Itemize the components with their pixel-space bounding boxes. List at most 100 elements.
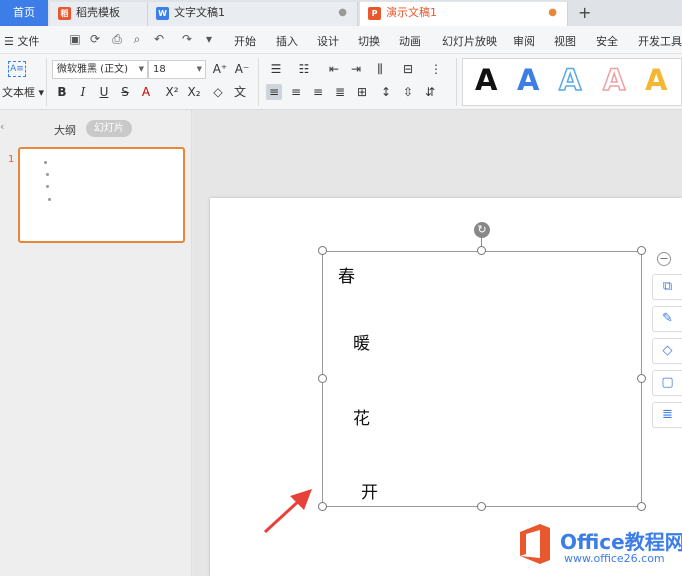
slide-number: 1 xyxy=(8,154,15,165)
menu-insert[interactable]: 插入 xyxy=(276,33,298,49)
paragraph-spacing-icon[interactable]: ⇳ xyxy=(400,84,416,100)
menu-animation[interactable]: 动画 xyxy=(399,33,421,49)
outline-icon[interactable]: ▢ xyxy=(652,370,682,396)
floating-toolbar: − ⧉ ✎ ◇ ▢ ≣ xyxy=(652,250,682,430)
outline-tab[interactable]: 大纲 xyxy=(54,122,76,138)
align-right-icon[interactable]: ≡ xyxy=(310,84,326,100)
thumbnail-text-dot xyxy=(48,198,51,201)
unsaved-dot-icon[interactable]: ● xyxy=(338,2,347,24)
text-char[interactable]: 花 xyxy=(353,404,370,429)
new-tab-button[interactable]: + xyxy=(578,2,591,24)
file-menu[interactable]: ☰ 文件 xyxy=(4,33,39,49)
slide-thumbnail[interactable] xyxy=(18,147,185,243)
rotate-icon[interactable]: ↻ xyxy=(474,222,490,238)
subscript-icon[interactable]: X₂ xyxy=(186,84,202,100)
font-name-select[interactable]: 微软雅黑 (正文) ▼ xyxy=(52,60,148,79)
tab-label: 演示文稿1 xyxy=(386,6,437,19)
print-icon[interactable]: ⎙ xyxy=(110,32,124,46)
text-style-blue[interactable]: A xyxy=(517,63,539,97)
customize-icon[interactable]: ▾ xyxy=(202,32,216,46)
file-menu-label: 文件 xyxy=(17,35,40,48)
align-left-icon[interactable]: ≡ xyxy=(266,84,282,100)
tab-docer[interactable]: 稻 稻壳模板 xyxy=(50,2,148,26)
resize-handle-right[interactable] xyxy=(637,374,646,383)
columns-icon[interactable]: ⋮ xyxy=(428,61,444,77)
ribbon: A≡ 文本框 ▾ 微软雅黑 (正文) ▼ 18 ▼ A⁺ A⁻ B I U S … xyxy=(0,54,682,110)
collapse-panel-icon[interactable]: ‹ xyxy=(0,120,4,133)
separator xyxy=(46,58,47,106)
collapse-toolbar-icon[interactable]: − xyxy=(657,252,671,266)
menu-design[interactable]: 设计 xyxy=(317,33,339,49)
text-style-outline-pink[interactable]: A xyxy=(602,62,626,98)
tab-writer[interactable]: W 文字文稿1 ● xyxy=(148,2,358,26)
print-preview-icon[interactable]: ⌕ xyxy=(130,32,144,46)
menu-security[interactable]: 安全 xyxy=(596,33,618,49)
text-wrap-icon[interactable]: ≣ xyxy=(652,402,682,428)
redo-icon[interactable]: ↷ xyxy=(180,32,194,46)
resize-handle-top-left[interactable] xyxy=(318,246,327,255)
textbox-label: 文本框 xyxy=(2,86,35,99)
selected-textbox[interactable] xyxy=(322,251,642,507)
menu-slideshow[interactable]: 幻灯片放映 xyxy=(442,33,497,49)
distribute-icon[interactable]: ⊞ xyxy=(354,84,370,100)
resize-handle-top[interactable] xyxy=(477,246,486,255)
numbered-list-icon[interactable]: ☷ xyxy=(296,61,312,77)
align-text-icon[interactable]: ⊟ xyxy=(400,61,416,77)
text-style-black[interactable]: A xyxy=(475,63,497,97)
clear-format-icon[interactable]: ◇ xyxy=(210,84,226,100)
decrease-indent-icon[interactable]: ⇤ xyxy=(326,61,342,77)
menu-start[interactable]: 开始 xyxy=(234,33,256,49)
undo-icon[interactable]: ↶ xyxy=(152,32,166,46)
fill-icon[interactable]: ◇ xyxy=(652,338,682,364)
paragraph-settings-icon[interactable]: ⇵ xyxy=(422,84,438,100)
text-style-gold[interactable]: A xyxy=(645,63,667,97)
separator xyxy=(258,58,259,106)
menu-transition[interactable]: 切换 xyxy=(358,33,380,49)
thumbnail-text-dot xyxy=(44,161,47,164)
superscript-icon[interactable]: X² xyxy=(164,84,180,100)
export-icon[interactable]: ⟳ xyxy=(88,32,102,46)
line-spacing-icon[interactable]: ↕ xyxy=(378,84,394,100)
italic-button[interactable]: I xyxy=(75,84,91,100)
text-style-outline-blue[interactable]: A xyxy=(558,62,582,98)
text-char[interactable]: 开 xyxy=(361,478,378,503)
office-logo-icon xyxy=(520,524,550,564)
textbox-button[interactable]: 文本框 ▾ xyxy=(2,84,44,100)
text-direction-icon[interactable]: ⫼ xyxy=(372,61,388,77)
justify-icon[interactable]: ≣ xyxy=(332,84,348,100)
strikethrough-button[interactable]: S xyxy=(117,84,133,100)
align-center-icon[interactable]: ≡ xyxy=(288,84,304,100)
tab-home[interactable]: 首页 xyxy=(0,0,48,26)
tab-presentation[interactable]: P 演示文稿1 ● xyxy=(360,2,568,26)
text-char[interactable]: 春 xyxy=(338,262,355,287)
menu-view[interactable]: 视图 xyxy=(554,33,576,49)
save-icon[interactable]: ▣ xyxy=(68,32,82,46)
thumbnail-text-dot xyxy=(46,173,49,176)
menu-review[interactable]: 审阅 xyxy=(513,33,535,49)
font-size-value: 18 xyxy=(153,64,166,75)
docer-icon: 稻 xyxy=(58,7,71,20)
decrease-font-icon[interactable]: A⁻ xyxy=(234,61,250,77)
menu-developer[interactable]: 开发工具 xyxy=(638,33,682,49)
textbox-icon[interactable]: A≡ xyxy=(8,61,26,77)
shape-style-icon[interactable]: ⧉ xyxy=(652,274,682,300)
pen-icon[interactable]: ✎ xyxy=(652,306,682,332)
resize-handle-left[interactable] xyxy=(318,374,327,383)
unsaved-dot-icon[interactable]: ● xyxy=(548,2,557,24)
resize-handle-top-right[interactable] xyxy=(637,246,646,255)
slides-tab[interactable]: 幻灯片 xyxy=(86,120,132,137)
menu-bar: ☰ 文件 ▣ ⟳ ⎙ ⌕ ↶ ↷ ▾ 开始 插入 设计 切换 动画 幻灯片放映 … xyxy=(0,26,682,54)
increase-font-icon[interactable]: A⁺ xyxy=(212,61,228,77)
tab-label: 稻壳模板 xyxy=(76,6,120,19)
resize-handle-bottom[interactable] xyxy=(477,502,486,511)
bold-button[interactable]: B xyxy=(54,84,70,100)
font-color-icon[interactable]: A xyxy=(138,84,154,100)
resize-handle-bottom-right[interactable] xyxy=(637,502,646,511)
increase-indent-icon[interactable]: ⇥ xyxy=(348,61,364,77)
chevron-down-icon: ▼ xyxy=(196,65,202,73)
underline-button[interactable]: U xyxy=(96,84,112,100)
font-size-select[interactable]: 18 ▼ xyxy=(148,60,206,79)
bullet-list-icon[interactable]: ☰ xyxy=(268,61,284,77)
phonetic-icon[interactable]: 文 xyxy=(232,84,248,100)
text-char[interactable]: 暖 xyxy=(353,329,370,354)
